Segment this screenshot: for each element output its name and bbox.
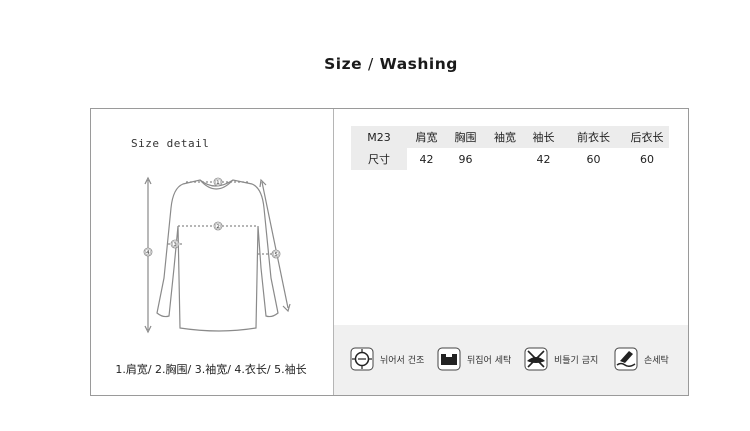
title-separator: / <box>368 55 374 73</box>
marker-shoulder: ① <box>214 178 221 187</box>
title-size: Size <box>324 55 363 73</box>
size-detail-label: Size detail <box>131 137 210 150</box>
cell-sleeve-length: 42 <box>536 152 551 166</box>
size-table: M23 肩宽 胸围 袖宽 袖长 前衣长 后衣长 尺寸 42 96 42 60 6… <box>351 126 669 170</box>
cell-sleeve-width <box>485 148 525 170</box>
wash-item-inside-out: 뒤집어 세탁 <box>437 346 511 372</box>
wash-label: 뉘어서 건조 <box>380 355 425 366</box>
header-back-length: 后衣长 <box>625 126 669 148</box>
dry-cleaning-icon <box>350 347 374 371</box>
inside-out-wash-icon <box>437 347 461 371</box>
cell-back-length: 60 <box>640 152 654 166</box>
garment-measurement-diagram: ① ② ③ ④ ⑤ <box>143 176 291 334</box>
title-washing: Washing <box>379 55 458 73</box>
row-label: 尺寸 <box>351 148 407 170</box>
wash-label: 손세탁 <box>644 355 669 366</box>
size-table-header-row: M23 肩宽 胸围 袖宽 袖长 前衣长 后衣长 <box>351 126 669 148</box>
wash-item-dry-flat: 뉘어서 건조 <box>350 346 424 372</box>
wash-label: 뒤집어 세탁 <box>467 355 512 366</box>
hand-wash-icon <box>614 347 638 371</box>
measurement-caption: 1.肩宽/ 2.胸围/ 3.袖宽/ 4.衣长/ 5.袖长 <box>115 363 307 376</box>
header-sleeve-length: 袖长 <box>525 126 562 148</box>
header-sleeve-width: 袖宽 <box>485 126 525 148</box>
wash-item-no-wringing: 비틀기 금지 <box>524 346 598 372</box>
wash-label: 비틀기 금지 <box>554 355 599 366</box>
header-front-length: 前衣长 <box>562 126 625 148</box>
cell-chest: 96 <box>458 152 473 166</box>
header-shoulder: 肩宽 <box>407 126 446 148</box>
table-row: 尺寸 42 96 42 60 60 <box>351 148 669 170</box>
marker-sleeve-width: ③ <box>171 240 178 249</box>
cell-shoulder: 42 <box>419 152 434 166</box>
marker-chest: ② <box>214 222 221 231</box>
cell-front-length: 60 <box>586 152 601 166</box>
page-title: Size / Washing <box>0 55 750 73</box>
marker-sleeve-length: ⑤ <box>272 250 279 259</box>
wash-item-hand-wash: 손세탁 <box>614 346 669 372</box>
header-size-code: M23 <box>351 126 407 148</box>
no-wringing-icon <box>524 347 548 371</box>
header-chest: 胸围 <box>446 126 485 148</box>
marker-length: ④ <box>144 248 151 257</box>
